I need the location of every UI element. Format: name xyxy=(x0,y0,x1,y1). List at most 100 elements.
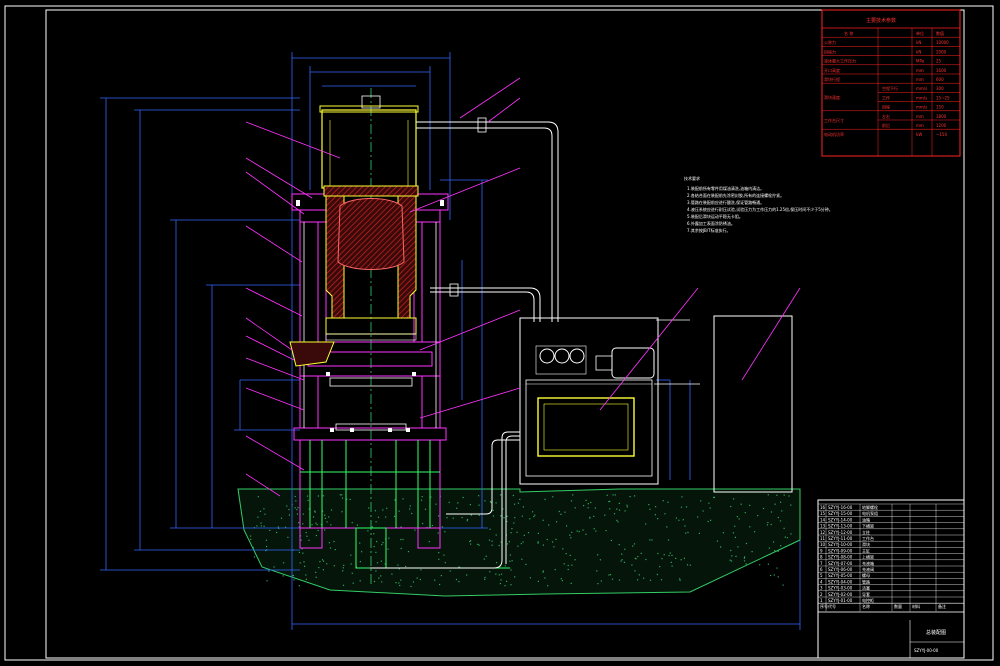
spec-row-name: 回程力 xyxy=(824,48,836,54)
ground-speck xyxy=(532,511,534,513)
ground-speck xyxy=(609,508,611,510)
ground-speck xyxy=(569,554,571,556)
ground-speck xyxy=(565,553,567,555)
ground-speck xyxy=(506,543,509,545)
ground-speck xyxy=(663,554,665,556)
ground-speck xyxy=(376,562,379,564)
technical-notes: 技术要求 1.装配前所有零件用煤油清洗,油箱内清洁。 2.各结合面在装配前先涂密… xyxy=(684,175,833,233)
ground-speck xyxy=(542,544,544,546)
ground-speck xyxy=(400,547,402,550)
ground-speck xyxy=(612,494,614,496)
ground-speck xyxy=(521,558,523,560)
ground-speck xyxy=(777,516,779,519)
ground-speck xyxy=(634,495,636,497)
motor-row-name: 电动机功率 xyxy=(824,131,844,137)
ground-speck xyxy=(569,534,571,536)
bom-no: 11 xyxy=(820,536,826,541)
ground-speck xyxy=(514,503,516,505)
ground-speck xyxy=(732,532,734,534)
ground-speck xyxy=(576,530,578,532)
ground-speck xyxy=(496,562,498,564)
bom-code: SZYYJ-14-00 xyxy=(828,517,853,522)
ground-speck xyxy=(443,554,445,556)
ground-speck xyxy=(328,542,330,544)
ground-speck xyxy=(547,585,549,587)
ground-speck xyxy=(448,501,450,503)
notes-line-3: 3.管路在装配前应进行酸洗,保证管路畅通。 xyxy=(687,199,764,205)
ground-speck xyxy=(544,577,546,579)
ground-speck xyxy=(440,575,442,577)
spec-header-value: 数值 xyxy=(936,30,944,36)
bom-name: 油箱 xyxy=(862,516,870,522)
ground-speck xyxy=(514,517,516,519)
bom-code: SZYYJ-02-00 xyxy=(828,592,853,597)
ground-speck xyxy=(382,509,384,511)
ground-speck xyxy=(511,560,513,562)
ground-speck xyxy=(786,537,788,539)
speed-row-name: 空程下行 xyxy=(882,85,898,91)
ground-speck xyxy=(260,522,262,524)
ground-speck xyxy=(421,496,423,498)
ground-speck xyxy=(326,563,328,565)
ground-speck xyxy=(435,503,437,505)
ground-speck xyxy=(500,515,502,517)
bom-code: SZYYJ-16-00 xyxy=(828,505,853,510)
bom-header: 备注 xyxy=(938,603,946,609)
ground-speck xyxy=(420,499,423,501)
ground-speck xyxy=(564,511,566,513)
ground-speck xyxy=(737,546,739,548)
bom-no: 9 xyxy=(820,548,823,553)
ground-speck xyxy=(495,502,497,504)
ground-speck xyxy=(512,494,514,497)
ground-speck xyxy=(749,504,751,506)
ground-speck xyxy=(571,564,573,566)
ground-speck xyxy=(319,561,321,563)
ground-speck xyxy=(682,519,684,521)
ground-speck xyxy=(367,530,369,532)
ground-speck xyxy=(616,519,618,521)
ground-speck xyxy=(315,534,317,537)
ground-speck xyxy=(377,516,380,518)
ground-speck xyxy=(350,554,352,556)
ground-speck xyxy=(544,498,546,500)
ground-speck xyxy=(381,581,383,583)
ground-speck xyxy=(689,564,691,566)
ground-speck xyxy=(681,496,683,498)
ground-speck xyxy=(708,502,710,504)
ground-speck xyxy=(649,579,652,581)
ground-speck xyxy=(288,514,290,516)
speed-row-unit: mm/s xyxy=(916,105,927,110)
ground-speck xyxy=(563,563,565,565)
ground-speck xyxy=(361,551,363,553)
ground-speck xyxy=(373,533,375,535)
ground-speck xyxy=(754,531,756,533)
ground-speck xyxy=(638,574,640,576)
ground-speck xyxy=(671,565,673,567)
ground-speck xyxy=(455,578,458,581)
ground-speck xyxy=(745,563,747,565)
ground-speck xyxy=(585,499,587,501)
ground-speck xyxy=(407,551,410,553)
ground-speck xyxy=(702,510,704,512)
ground-speck xyxy=(326,521,328,523)
ground-speck xyxy=(783,494,785,496)
ground-speck xyxy=(446,517,448,519)
bom-code: SZYYJ-05-00 xyxy=(828,573,853,578)
ground-speck xyxy=(611,578,614,580)
ground-speck xyxy=(606,494,608,496)
ground-speck xyxy=(634,570,636,572)
ground-speck xyxy=(522,506,524,508)
ground-speck xyxy=(306,535,308,537)
ground-speck xyxy=(259,510,262,512)
ground-speck xyxy=(643,577,645,579)
ground-speck xyxy=(470,540,472,542)
ground-speck xyxy=(767,563,769,565)
ground-speck xyxy=(398,510,400,512)
ground-speck xyxy=(298,551,300,553)
ground-speck xyxy=(296,513,299,515)
ground-speck xyxy=(521,515,523,517)
ground-speck xyxy=(678,519,680,521)
ground-speck xyxy=(648,504,650,506)
ground-speck xyxy=(397,564,399,566)
ground-speck xyxy=(380,575,382,577)
